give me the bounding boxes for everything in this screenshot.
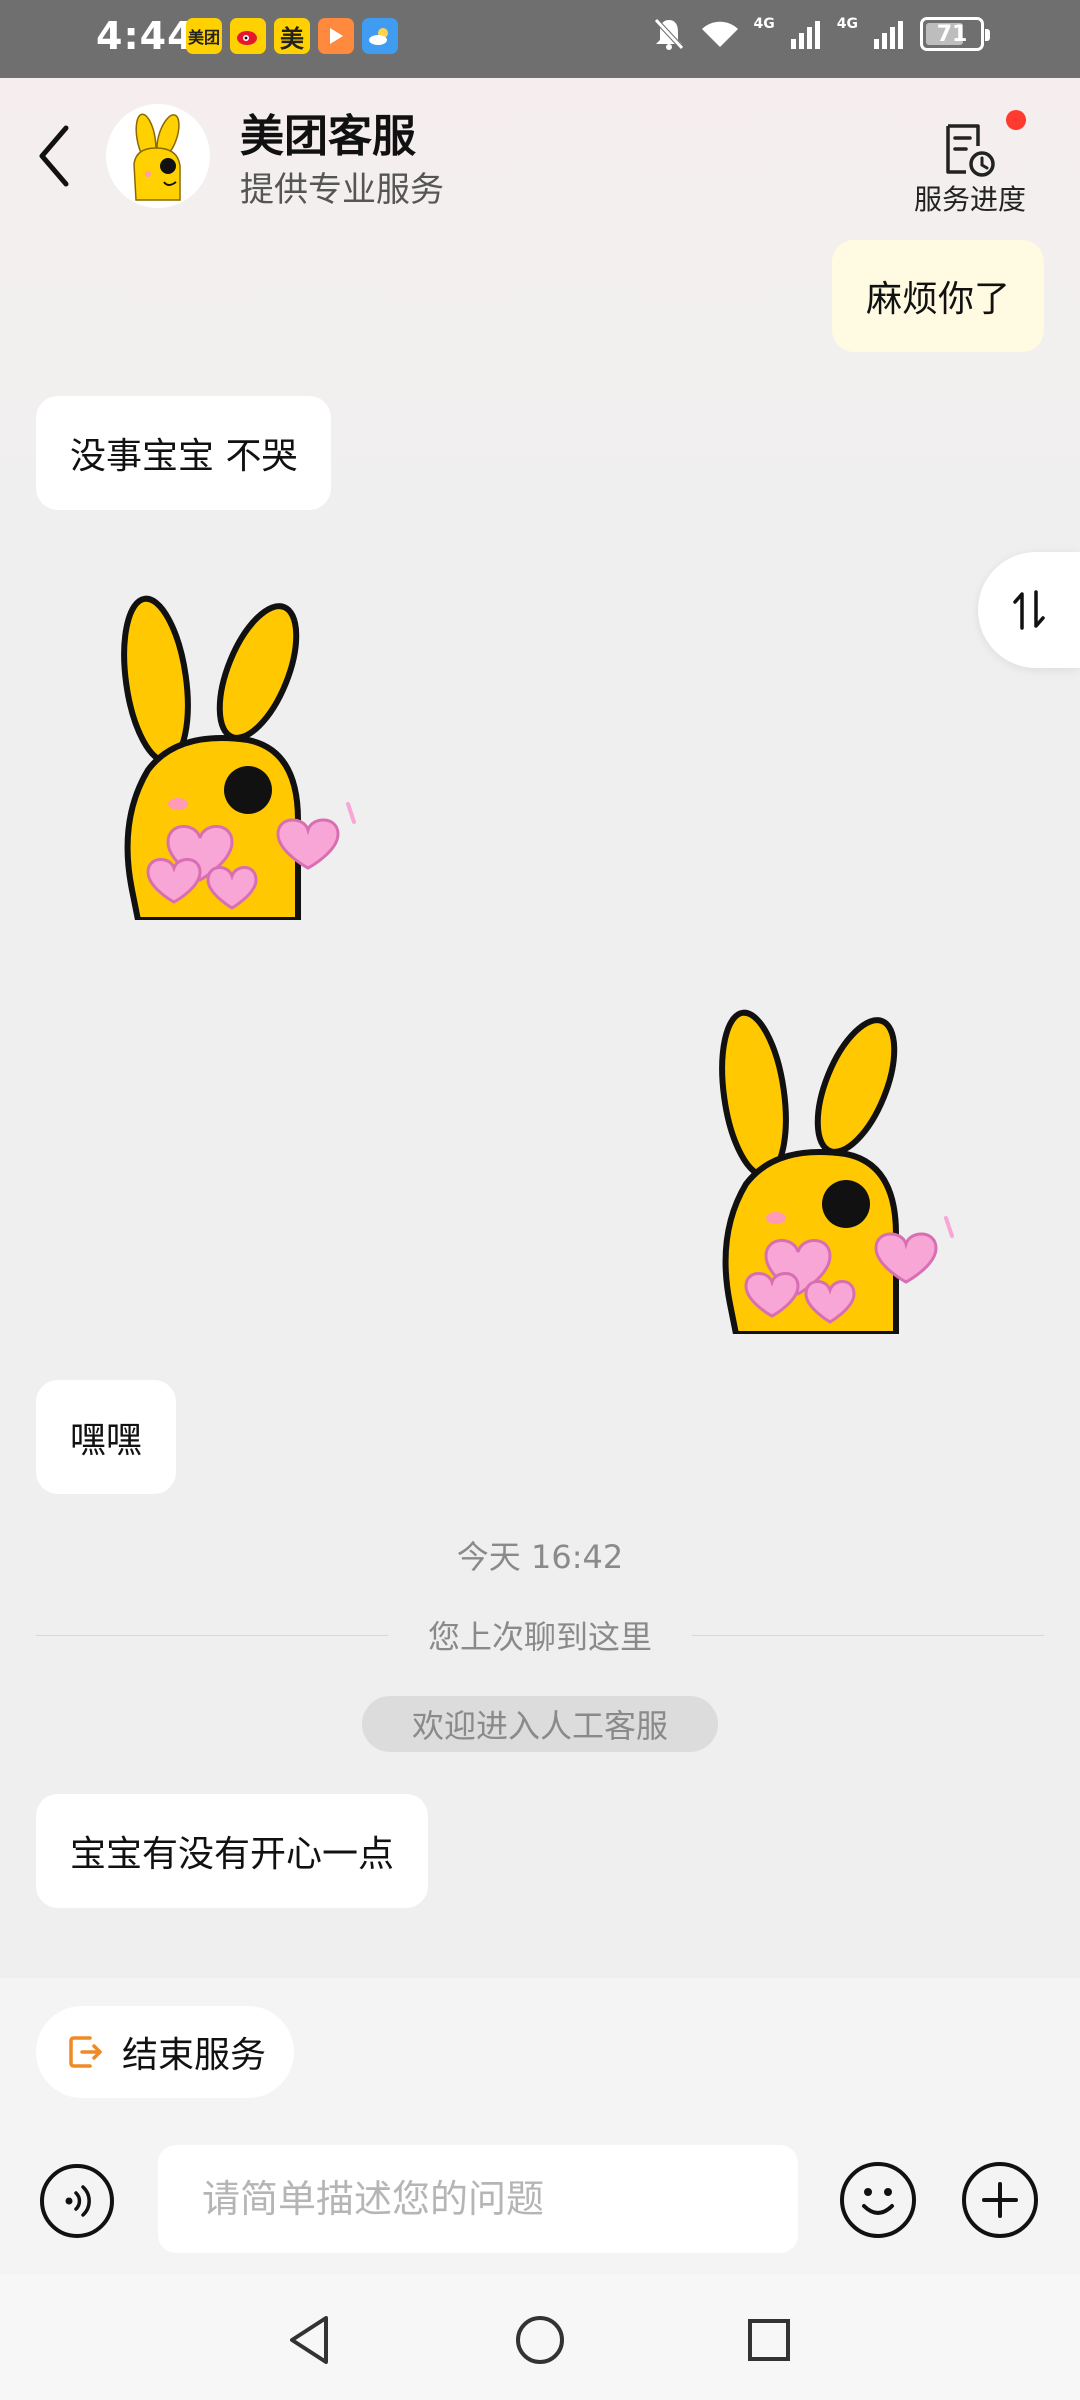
service-progress-icon bbox=[946, 124, 995, 177]
divider-line bbox=[692, 1634, 1045, 1636]
message-bubble-received[interactable]: 没事宝宝 不哭 bbox=[36, 396, 332, 510]
history-divider-label: 您上次聊到这里 bbox=[428, 1618, 653, 1656]
chevron-left-icon bbox=[39, 125, 69, 187]
yellow-rabbit-hearts-sticker[interactable] bbox=[706, 1004, 966, 1337]
status-indicators: 4G 4G 71 bbox=[652, 16, 990, 52]
avatar[interactable] bbox=[106, 104, 210, 208]
chat-header: 美团客服 提供专业服务 服务进度 bbox=[0, 78, 1080, 238]
meituan-app-icon: 美团 bbox=[186, 18, 222, 54]
notification-dot bbox=[1006, 110, 1026, 130]
signal-icon-2 bbox=[874, 21, 903, 49]
service-progress-label: 服务进度 bbox=[913, 183, 1026, 216]
emoji-button[interactable] bbox=[840, 2162, 916, 2238]
chat-screen: 4:44 美团 美 4G 4G 71 美团客服 提供专业服务 服务进度 麻烦你了… bbox=[0, 0, 1080, 2400]
battery-level: 71 bbox=[936, 21, 968, 47]
system-navigation-bar bbox=[0, 2275, 1080, 2400]
square-recents-icon bbox=[748, 2319, 790, 2361]
scroll-toggle-button[interactable] bbox=[978, 552, 1080, 668]
meituan-rabbit-mascot-icon bbox=[133, 113, 181, 201]
weather-app-icon bbox=[362, 18, 398, 54]
system-notice: 欢迎进入人工客服 bbox=[362, 1696, 718, 1752]
status-app-icons: 美团 美 bbox=[186, 18, 398, 54]
end-service-label: 结束服务 bbox=[122, 2035, 267, 2076]
page-subtitle: 提供专业服务 bbox=[240, 170, 444, 210]
swap-vertical-icon bbox=[1013, 590, 1045, 630]
voice-icon bbox=[65, 2185, 91, 2217]
mute-bell-icon bbox=[653, 18, 684, 50]
divider-line bbox=[36, 1634, 388, 1636]
smiley-icon bbox=[862, 2188, 894, 2215]
battery-icon: 71 bbox=[920, 17, 990, 51]
input-panel: 结束服务 bbox=[0, 1978, 1080, 2275]
circle-home-icon bbox=[516, 2316, 564, 2364]
message-input[interactable] bbox=[158, 2145, 798, 2253]
page-title: 美团客服 bbox=[240, 111, 416, 162]
service-progress-button[interactable]: 服务进度 bbox=[900, 108, 1040, 218]
message-bubble-sent[interactable]: 麻烦你了 bbox=[831, 240, 1044, 352]
nav-back-button[interactable] bbox=[274, 2305, 344, 2375]
video-app-icon bbox=[318, 18, 354, 54]
voice-input-button[interactable] bbox=[40, 2164, 114, 2238]
end-service-button[interactable]: 结束服务 bbox=[36, 2006, 294, 2098]
sticker-image bbox=[121, 595, 356, 923]
nav-recents-button[interactable] bbox=[734, 2305, 804, 2375]
message-bubble-received[interactable]: 嘿嘿 bbox=[36, 1380, 177, 1494]
message-bubble-received[interactable]: 宝宝有没有开心一点 bbox=[36, 1794, 429, 1908]
back-button[interactable] bbox=[30, 118, 80, 194]
yellow-rabbit-hearts-sticker[interactable] bbox=[108, 590, 368, 923]
more-options-button[interactable] bbox=[962, 2162, 1038, 2238]
message-timestamp: 今天 16:42 bbox=[456, 1538, 624, 1576]
triangle-back-icon bbox=[290, 2316, 328, 2364]
plus-icon bbox=[982, 2182, 1018, 2218]
network-4g-label: 4G bbox=[753, 16, 775, 32]
weibo-app-icon bbox=[230, 18, 266, 54]
exit-icon bbox=[69, 2036, 102, 2068]
status-bar: 4:44 美团 美 4G 4G 71 bbox=[0, 0, 1080, 78]
wifi-icon bbox=[701, 21, 738, 47]
meituan-shop-app-icon: 美 bbox=[274, 18, 310, 54]
nav-home-button[interactable] bbox=[505, 2305, 575, 2375]
history-divider: 您上次聊到这里 bbox=[36, 1610, 1045, 1660]
network-4g-label-2: 4G bbox=[836, 16, 858, 32]
signal-icon bbox=[790, 21, 820, 49]
sticker-image bbox=[719, 1009, 954, 1337]
status-time: 4:44 bbox=[96, 14, 195, 58]
